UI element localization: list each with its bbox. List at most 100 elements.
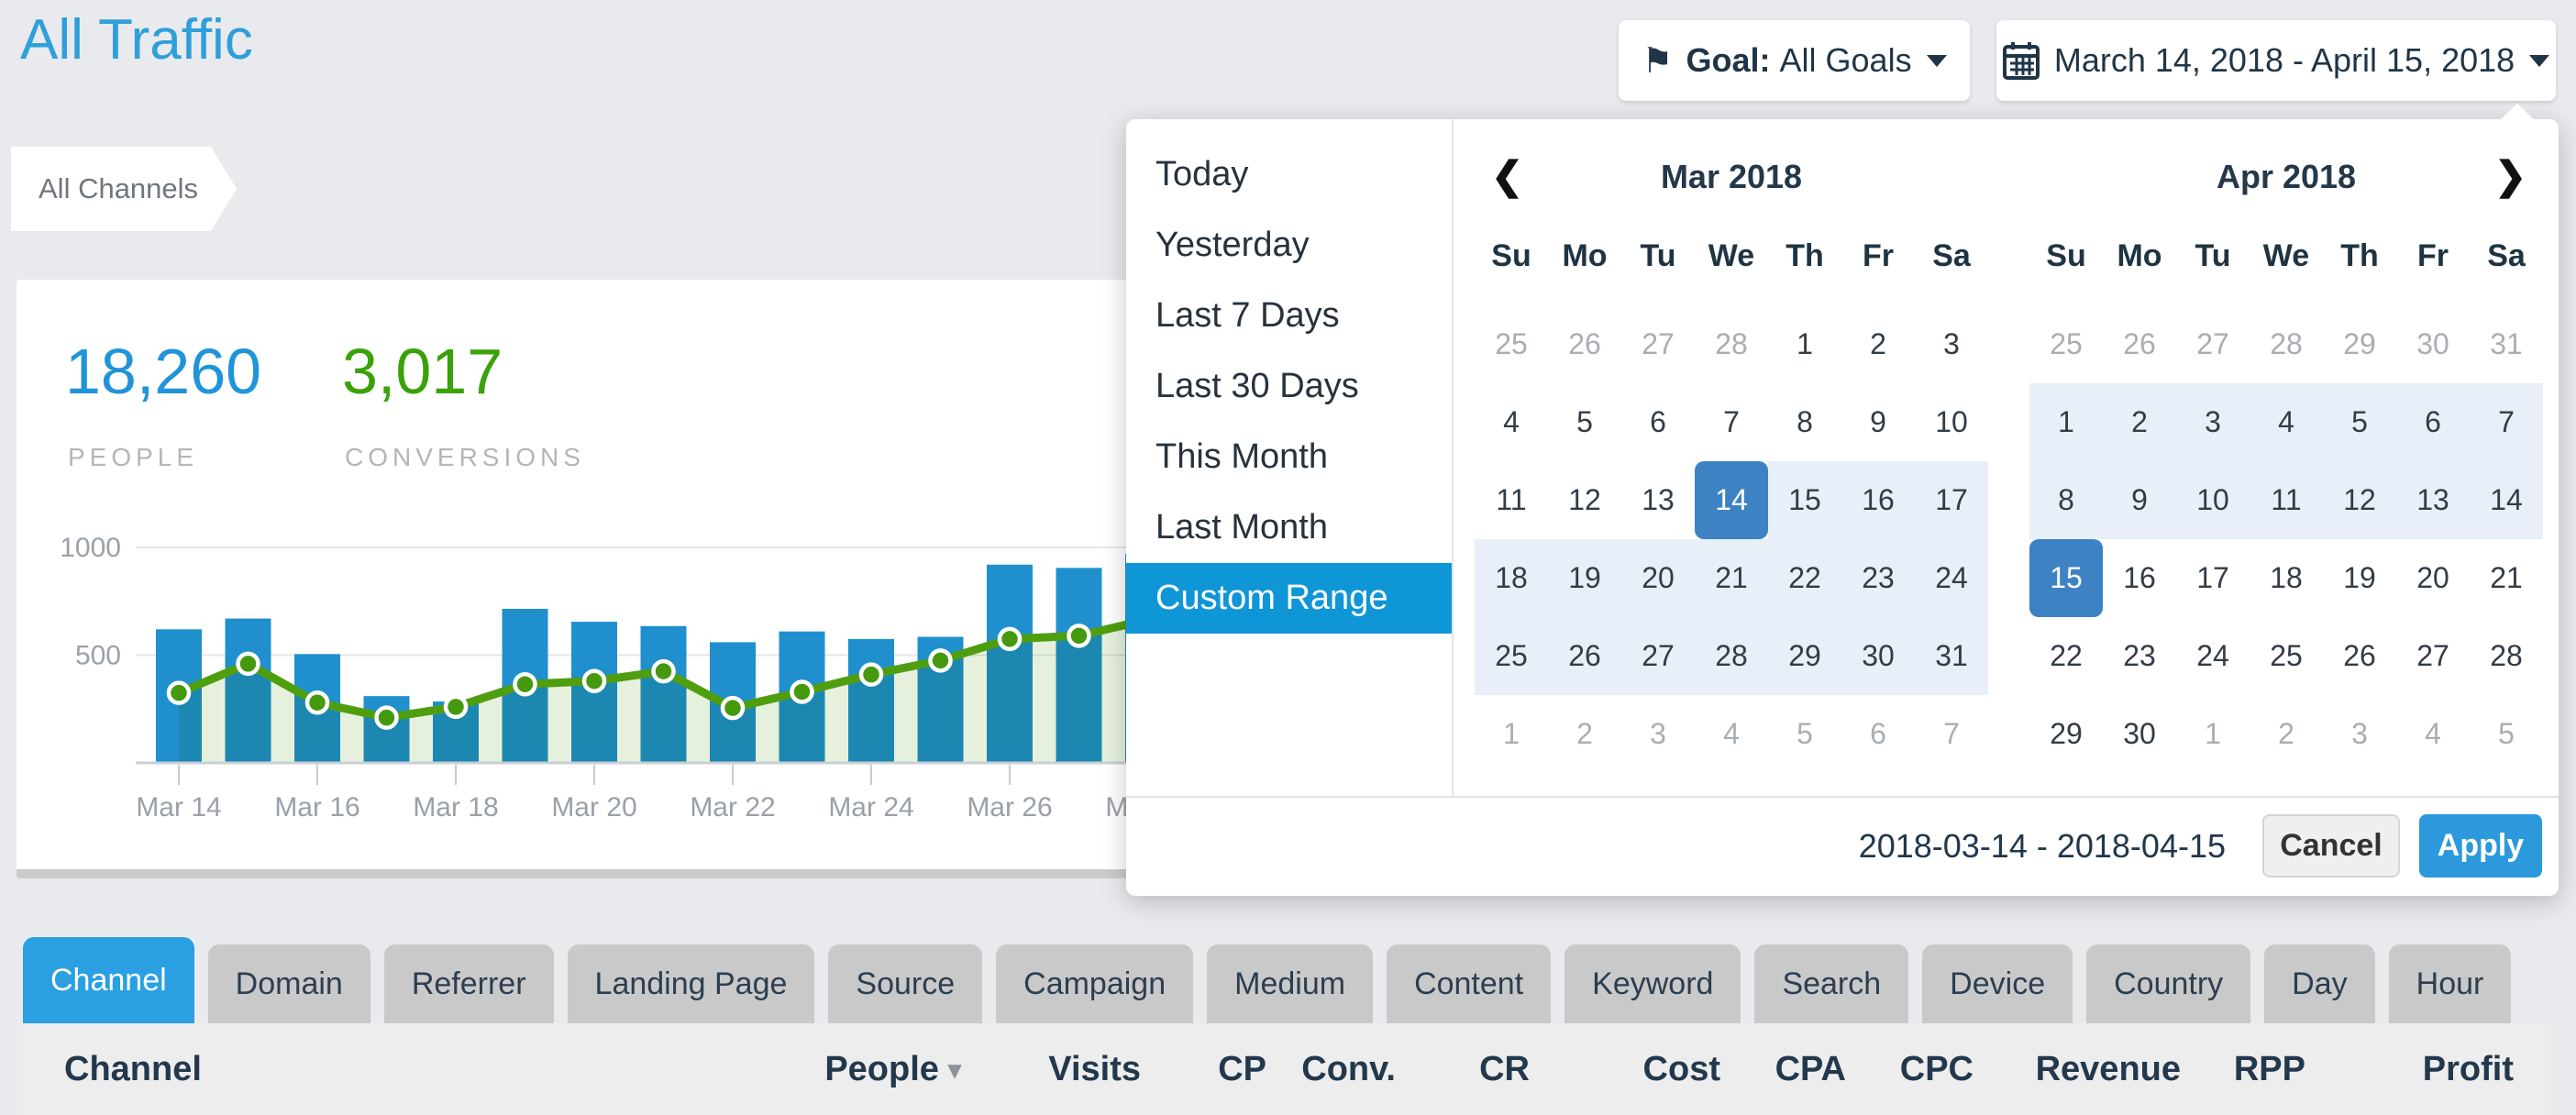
day-cell[interactable]: 29 [2029, 695, 2103, 773]
column-header-cr[interactable]: CR [1479, 1023, 1530, 1115]
day-cell[interactable]: 16 [2103, 539, 2176, 617]
day-cell[interactable]: 18 [1475, 539, 1548, 617]
day-cell[interactable]: 11 [1475, 461, 1548, 539]
day-cell[interactable]: 28 [1695, 305, 1768, 383]
day-cell[interactable]: 2 [2250, 695, 2323, 773]
day-cell[interactable]: 4 [1475, 383, 1548, 461]
day-cell[interactable]: 26 [1548, 617, 1621, 695]
day-cell[interactable]: 10 [2176, 461, 2250, 539]
day-cell[interactable]: 1 [2176, 695, 2250, 773]
quick-link-today[interactable]: Today [1126, 139, 1453, 210]
tab-domain[interactable]: Domain [208, 944, 370, 1023]
day-cell[interactable]: 18 [2250, 539, 2323, 617]
day-cell[interactable]: 3 [2176, 383, 2250, 461]
day-cell[interactable]: 26 [2323, 617, 2396, 695]
day-cell[interactable]: 26 [1548, 305, 1621, 383]
day-cell[interactable]: 25 [1475, 305, 1548, 383]
day-cell[interactable]: 6 [2396, 383, 2470, 461]
tab-content[interactable]: Content [1387, 944, 1551, 1023]
day-cell[interactable]: 27 [1621, 617, 1695, 695]
day-cell[interactable]: 9 [2103, 461, 2176, 539]
day-cell[interactable]: 21 [2470, 539, 2543, 617]
day-cell[interactable]: 8 [1768, 383, 1841, 461]
day-cell[interactable]: 30 [2103, 695, 2176, 773]
day-cell[interactable]: 12 [1548, 461, 1621, 539]
quick-link-last-7-days[interactable]: Last 7 Days [1126, 281, 1453, 351]
tab-day[interactable]: Day [2264, 944, 2374, 1023]
day-cell[interactable]: 13 [2396, 461, 2470, 539]
day-cell[interactable]: 27 [2176, 305, 2250, 383]
day-cell[interactable]: 6 [1841, 695, 1915, 773]
day-cell[interactable]: 2 [2103, 383, 2176, 461]
column-header-visits[interactable]: Visits [1048, 1023, 1141, 1115]
day-cell[interactable]: 23 [1841, 539, 1915, 617]
day-cell[interactable]: 7 [1695, 383, 1768, 461]
day-cell[interactable]: 27 [2396, 617, 2470, 695]
day-cell[interactable]: 29 [1768, 617, 1841, 695]
tab-source[interactable]: Source [828, 944, 982, 1023]
day-cell[interactable]: 8 [2029, 461, 2103, 539]
breadcrumb[interactable]: All Channels [11, 147, 211, 231]
tab-hour[interactable]: Hour [2389, 944, 2512, 1023]
day-cell[interactable]: 4 [2396, 695, 2470, 773]
day-cell[interactable]: 5 [1548, 383, 1621, 461]
day-cell[interactable]: 17 [1915, 461, 1988, 539]
cancel-button[interactable]: Cancel [2262, 814, 2400, 878]
day-cell[interactable]: 11 [2250, 461, 2323, 539]
day-cell[interactable]: 1 [2029, 383, 2103, 461]
day-cell[interactable]: 7 [1915, 695, 1988, 773]
day-cell[interactable]: 12 [2323, 461, 2396, 539]
day-cell[interactable]: 2 [1841, 305, 1915, 383]
day-cell[interactable]: 13 [1621, 461, 1695, 539]
apply-button[interactable]: Apply [2419, 814, 2542, 878]
tab-campaign[interactable]: Campaign [996, 944, 1193, 1023]
day-cell[interactable]: 26 [2103, 305, 2176, 383]
quick-link-yesterday[interactable]: Yesterday [1126, 210, 1453, 281]
tab-keyword[interactable]: Keyword [1564, 944, 1741, 1023]
day-cell[interactable]: 25 [2029, 305, 2103, 383]
day-cell[interactable]: 28 [2470, 617, 2543, 695]
day-cell[interactable]: 31 [2470, 305, 2543, 383]
day-cell[interactable]: 3 [1915, 305, 1988, 383]
day-cell[interactable]: 14 [1695, 461, 1768, 539]
day-cell[interactable]: 1 [1475, 695, 1548, 773]
day-cell[interactable]: 19 [2323, 539, 2396, 617]
day-cell[interactable]: 14 [2470, 461, 2543, 539]
day-cell[interactable]: 20 [1621, 539, 1695, 617]
column-header-profit[interactable]: Profit [2423, 1023, 2514, 1115]
day-cell[interactable]: 24 [1915, 539, 1988, 617]
goal-selector-button[interactable]: ⚑ Goal: All Goals [1619, 20, 1970, 101]
quick-link-last-30-days[interactable]: Last 30 Days [1126, 351, 1453, 422]
day-cell[interactable]: 28 [1695, 617, 1768, 695]
column-header-people[interactable]: People▾ [824, 1023, 961, 1115]
day-cell[interactable]: 19 [1548, 539, 1621, 617]
day-cell[interactable]: 31 [1915, 617, 1988, 695]
column-header-cpc[interactable]: CPC [1900, 1023, 1973, 1115]
day-cell[interactable]: 3 [2323, 695, 2396, 773]
day-cell[interactable]: 1 [1768, 305, 1841, 383]
day-cell[interactable]: 22 [1768, 539, 1841, 617]
day-cell[interactable]: 16 [1841, 461, 1915, 539]
day-cell[interactable]: 3 [1621, 695, 1695, 773]
day-cell[interactable]: 29 [2323, 305, 2396, 383]
day-cell[interactable]: 27 [1621, 305, 1695, 383]
day-cell[interactable]: 10 [1915, 383, 1988, 461]
day-cell[interactable]: 21 [1695, 539, 1768, 617]
tab-search[interactable]: Search [1754, 944, 1908, 1023]
tab-device[interactable]: Device [1922, 944, 2073, 1023]
day-cell[interactable]: 5 [2323, 383, 2396, 461]
column-header-conv-[interactable]: Conv. [1301, 1023, 1396, 1115]
date-range-button[interactable]: March 14, 2018 - April 15, 2018 [1996, 20, 2556, 101]
quick-link-this-month[interactable]: This Month [1126, 422, 1453, 492]
tab-referrer[interactable]: Referrer [384, 944, 554, 1023]
tab-medium[interactable]: Medium [1207, 944, 1373, 1023]
day-cell[interactable]: 4 [2250, 383, 2323, 461]
column-header-revenue[interactable]: Revenue [2036, 1023, 2181, 1115]
column-header-cpa[interactable]: CPA [1775, 1023, 1846, 1115]
column-header-cost[interactable]: Cost [1643, 1023, 1720, 1115]
day-cell[interactable]: 5 [2470, 695, 2543, 773]
quick-link-custom-range[interactable]: Custom Range [1126, 563, 1453, 634]
day-cell[interactable]: 5 [1768, 695, 1841, 773]
tab-landing-page[interactable]: Landing Page [568, 944, 815, 1023]
day-cell[interactable]: 2 [1548, 695, 1621, 773]
